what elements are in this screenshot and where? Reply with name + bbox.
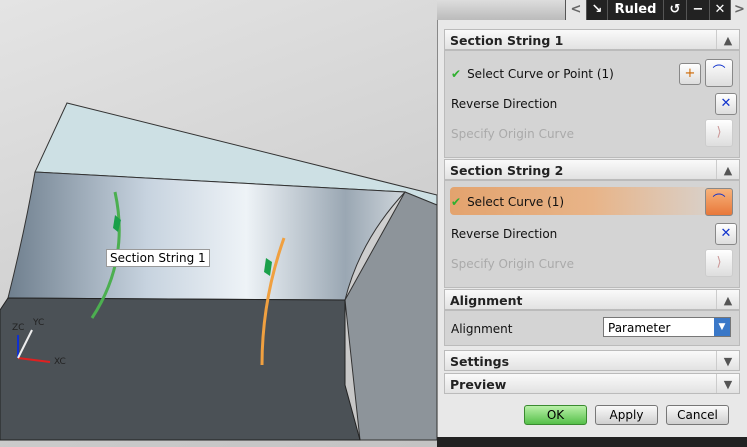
- pin-icon[interactable]: ↘: [586, 0, 607, 20]
- chevron-left-icon[interactable]: <: [565, 0, 586, 20]
- reverse-direction-label: Reverse Direction: [451, 97, 558, 111]
- settings-header[interactable]: Settings ▼: [444, 350, 740, 371]
- point-dialog-icon[interactable]: +: [679, 63, 701, 85]
- reverse-direction-icon[interactable]: ✕: [715, 93, 737, 115]
- select-curve[interactable]: ✔ Select Curve (1): [451, 195, 564, 209]
- ok-button[interactable]: OK: [524, 405, 587, 425]
- section-title: Section String 1: [450, 33, 564, 48]
- triad-zc-label: ZC: [12, 323, 25, 333]
- chevron-up-icon[interactable]: ▲: [716, 290, 739, 309]
- close-icon[interactable]: ✕: [709, 0, 730, 20]
- reverse-direction-icon[interactable]: ✕: [715, 223, 737, 245]
- dialog-title: Ruled: [607, 0, 663, 20]
- section-title: Alignment: [450, 293, 523, 308]
- dialog-titlebar: < ↘ Ruled ↺ − ✕ >: [437, 0, 747, 20]
- curve-rule-icon[interactable]: ⌒: [705, 188, 733, 216]
- front-curved-face: [7, 171, 407, 301]
- apply-button[interactable]: Apply: [595, 405, 658, 425]
- origin-curve-icon[interactable]: ⟩: [705, 249, 733, 277]
- cancel-button[interactable]: Cancel: [666, 405, 729, 425]
- check-icon: ✔: [451, 195, 462, 209]
- chevron-down-icon[interactable]: ▼: [716, 351, 739, 370]
- alignment-value: Parameter: [608, 321, 671, 335]
- panel-bottom-border: [437, 437, 747, 447]
- section-string-1-label: Section String 1: [106, 249, 210, 267]
- triad-yc-label: YC: [33, 318, 45, 328]
- chevron-right-icon[interactable]: >: [730, 0, 747, 20]
- reset-icon[interactable]: ↺: [663, 0, 686, 20]
- curve-rule-icon[interactable]: ⌒: [705, 59, 733, 87]
- section-string-2-body: ✔ Select Curve (1) ⌒ Reverse Direction ✕ …: [444, 180, 740, 288]
- alignment-select[interactable]: Parameter ▼: [603, 317, 731, 337]
- 3d-model[interactable]: [0, 0, 437, 447]
- section-string-1-header[interactable]: Section String 1 ▲: [444, 29, 740, 50]
- reverse-direction-label: Reverse Direction: [451, 227, 558, 241]
- bottom-face: [0, 297, 361, 441]
- origin-curve-icon[interactable]: ⟩: [705, 119, 733, 147]
- section-string-2-header[interactable]: Section String 2 ▲: [444, 159, 740, 180]
- select-label: Select Curve (1): [467, 195, 565, 209]
- chevron-up-icon[interactable]: ▲: [716, 30, 739, 49]
- check-icon: ✔: [451, 67, 462, 81]
- ruled-dialog: Section String 1 ▲ ✔ Select Curve or Point…: [437, 20, 747, 447]
- section-title: Preview: [450, 377, 507, 392]
- chevron-up-icon[interactable]: ▲: [716, 160, 739, 179]
- alignment-header[interactable]: Alignment ▲: [444, 289, 740, 310]
- specify-origin-curve-label: Specify Origin Curve: [451, 127, 574, 141]
- preview-header[interactable]: Preview ▼: [444, 373, 740, 394]
- triad-xc-label: XC: [54, 357, 66, 367]
- minimize-icon[interactable]: −: [686, 0, 709, 20]
- specify-origin-curve-label: Specify Origin Curve: [451, 257, 574, 271]
- chevron-down-icon[interactable]: ▼: [716, 374, 739, 393]
- alignment-body: Alignment Parameter ▼: [444, 310, 740, 346]
- section-title: Settings: [450, 354, 510, 369]
- select-label: Select Curve or Point (1): [467, 67, 614, 81]
- section-string-1-body: ✔ Select Curve or Point (1) + ⌒ Reverse D…: [444, 50, 740, 158]
- chevron-down-icon[interactable]: ▼: [714, 318, 730, 336]
- select-curve-or-point[interactable]: ✔ Select Curve or Point (1): [451, 67, 614, 81]
- alignment-label: Alignment: [451, 322, 513, 336]
- section-title: Section String 2: [450, 163, 564, 178]
